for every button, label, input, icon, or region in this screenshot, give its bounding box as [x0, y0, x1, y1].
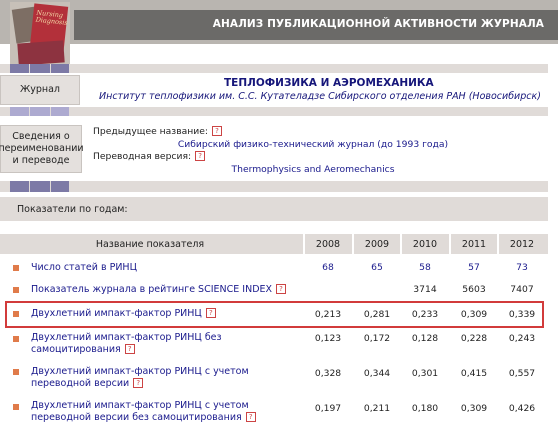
spacer — [0, 221, 548, 230]
decor-square — [10, 64, 29, 73]
decor-square — [51, 64, 69, 73]
prev-name-label: Предыдущее название: — [93, 126, 208, 137]
metric-value: 0,180 — [411, 403, 439, 414]
col-separator — [400, 234, 402, 254]
journal-logo: Nursing Diagnosis — [10, 2, 70, 64]
metric-value: 0,128 — [411, 333, 439, 344]
metric-name: Двухлетний импакт-фактор РИНЦ с учетом п… — [31, 366, 249, 390]
header-bar: АНАЛИЗ ПУБЛИКАЦИОННОЙ АКТИВНОСТИ ЖУРНАЛА — [0, 0, 558, 44]
metric-value: 0,197 — [314, 403, 342, 414]
journal-institution[interactable]: Институт теплофизики им. С.С. Кутателадз… — [99, 91, 541, 102]
renaming-label: Сведения о переименовании и переводе — [0, 125, 84, 173]
metric-name-text[interactable]: Двухлетний импакт-фактор РИНЦ без — [31, 332, 222, 344]
col-header-name: Название показателя — [95, 239, 205, 250]
bullet-icon — [13, 287, 19, 293]
metric-name: Показатель журнала в рейтинге SCIENCE IN… — [31, 284, 287, 296]
decor-square — [10, 107, 29, 116]
journal-title[interactable]: ТЕПЛОФИЗИКА И АЭРОМЕХАНИКА — [224, 77, 434, 89]
metric-value: 0,309 — [460, 403, 488, 414]
metric-name-text[interactable]: переводной версии — [31, 378, 129, 389]
renaming-label-line: и переводе — [12, 155, 70, 166]
renaming-label-line: переименовании — [0, 143, 84, 154]
divider-strip — [0, 107, 548, 116]
divider-strip — [0, 181, 548, 192]
metric-value: 0,228 — [460, 333, 488, 344]
col-separator — [303, 234, 305, 254]
translation-label: Переводная версия: — [93, 151, 192, 162]
help-icon[interactable]: ? — [205, 308, 216, 318]
metric-name: Двухлетний импакт-фактор РИНЦ без самоци… — [31, 332, 222, 356]
metric-value: 0,328 — [314, 368, 342, 379]
metric-value: 0,344 — [363, 368, 391, 379]
decor-square — [51, 107, 69, 116]
bullet-icon — [13, 311, 19, 317]
bullet-icon — [13, 265, 19, 271]
metric-name-text[interactable]: Показатель журнала в рейтинге SCIENCE IN… — [31, 284, 272, 295]
col-separator — [497, 234, 499, 254]
col-header-year: 2009 — [364, 239, 390, 250]
col-header-year: 2010 — [412, 239, 438, 250]
renaming-label-line: Сведения о — [12, 131, 70, 142]
metric-value: 0,233 — [411, 309, 439, 320]
metric-value: 0,213 — [314, 309, 342, 320]
col-separator — [352, 234, 354, 254]
prev-name-value[interactable]: Сибирский физико-технический журнал (до … — [93, 139, 533, 152]
metric-value[interactable]: 68 — [306, 262, 350, 273]
logo-magazine-bottom — [17, 40, 65, 64]
translation-value[interactable]: Thermophysics and Aeromechanics — [93, 164, 533, 177]
metric-value[interactable]: 57 — [452, 262, 496, 273]
bullet-icon — [13, 404, 19, 410]
help-icon[interactable]: ? — [133, 378, 144, 388]
by-years-title: Показатели по годам: — [17, 204, 128, 215]
col-header-year: 2008 — [315, 239, 341, 250]
metric-value: 7407 — [510, 284, 534, 295]
page-title: АНАЛИЗ ПУБЛИКАЦИОННОЙ АКТИВНОСТИ ЖУРНАЛА — [212, 18, 544, 30]
divider-strip — [0, 64, 548, 73]
metric-value: 0,557 — [508, 368, 536, 379]
metric-value: 0,301 — [411, 368, 439, 379]
metric-name-text[interactable]: переводной версии без самоцитирования — [31, 412, 242, 423]
help-icon[interactable]: ? — [124, 344, 135, 354]
bullet-icon — [13, 336, 19, 342]
metric-value: 0,281 — [363, 309, 391, 320]
metric-name-text[interactable]: Двухлетний импакт-фактор РИНЦ — [31, 308, 202, 319]
help-icon[interactable]: ? — [276, 284, 287, 294]
metric-value: 5603 — [462, 284, 486, 295]
decor-square — [51, 181, 69, 192]
metric-value: 0,426 — [508, 403, 536, 414]
metric-value: 0,415 — [460, 368, 488, 379]
metric-value: 0,211 — [363, 403, 391, 414]
metric-name[interactable]: Число статей в РИНЦ — [31, 262, 137, 274]
help-icon[interactable]: ? — [245, 412, 256, 422]
metric-value[interactable]: 65 — [355, 262, 399, 273]
metric-name: Двухлетний импакт-фактор РИНЦ с учетом п… — [31, 400, 256, 424]
metric-value: 0,123 — [314, 333, 342, 344]
metric-name: Двухлетний импакт-фактор РИНЦ? — [31, 308, 216, 320]
metric-value: 0,309 — [460, 309, 488, 320]
decor-square — [10, 181, 29, 192]
decor-square — [30, 107, 50, 116]
col-separator — [449, 234, 451, 254]
metric-value: 0,172 — [363, 333, 391, 344]
bullet-icon — [13, 369, 19, 375]
metric-name-text[interactable]: Двухлетний импакт-фактор РИНЦ с учетом — [31, 366, 249, 378]
help-icon[interactable]: ? — [195, 151, 206, 161]
metric-value: 0,243 — [508, 333, 536, 344]
metric-value: 0,339 — [508, 309, 536, 320]
metric-name-text[interactable]: Двухлетний импакт-фактор РИНЦ с учетом — [31, 400, 256, 412]
col-header-year: 2012 — [509, 239, 535, 250]
decor-square — [30, 64, 50, 73]
journal-label: Журнал — [0, 75, 80, 105]
renaming-info: Предыдущее название:? Сибирский физико-т… — [93, 126, 533, 176]
decor-square — [30, 181, 50, 192]
metric-value[interactable]: 73 — [500, 262, 544, 273]
metric-value: 3714 — [413, 284, 437, 295]
logo-text: Nursing Diagnosis — [35, 8, 69, 27]
metric-name-text[interactable]: самоцитирования — [31, 344, 121, 355]
col-header-year: 2011 — [461, 239, 487, 250]
help-icon[interactable]: ? — [211, 126, 222, 136]
metric-value[interactable]: 58 — [403, 262, 447, 273]
